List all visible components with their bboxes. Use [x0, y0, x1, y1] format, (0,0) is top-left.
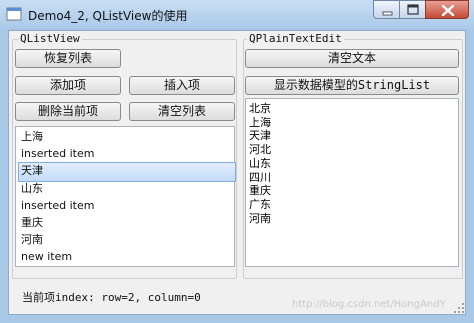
qt-app-icon [6, 7, 22, 21]
list-item[interactable]: new item [18, 248, 235, 266]
close-icon [441, 4, 455, 17]
text-line: 重庆 [249, 184, 271, 198]
window-client: QListView 恢复列表 添加项 插入项 删除当前项 清空列表 上海 ins… [8, 30, 466, 315]
minimize-icon [382, 11, 393, 16]
text-line: 北京 [249, 102, 271, 115]
list-item-selected[interactable]: 天津 [18, 162, 236, 182]
add-item-button[interactable]: 添加项 [15, 76, 121, 95]
list-item[interactable]: 重庆 [18, 214, 235, 232]
text-line: 河南 [249, 211, 271, 225]
window-title: Demo4_2, QListView的使用 [28, 9, 188, 23]
list-item[interactable]: 河南 [18, 231, 235, 249]
text-line: 上海 [249, 115, 271, 129]
qplaintextedit-group-title: QPlainTextEdit [247, 32, 344, 45]
maximize-icon [407, 4, 419, 15]
insert-item-button[interactable]: 插入项 [129, 76, 235, 95]
maximize-button[interactable] [399, 0, 426, 19]
minimize-button[interactable] [373, 0, 400, 19]
text-line: 河北 [249, 143, 271, 157]
list-item[interactable]: 上海 [18, 128, 235, 146]
status-bar-text: 当前项index: row=2, column=0 [22, 291, 201, 304]
text-line: 四川 [249, 170, 271, 184]
text-line: 广东 [249, 197, 271, 211]
restore-list-button[interactable]: 恢复列表 [15, 49, 121, 68]
clear-list-button[interactable]: 清空列表 [129, 102, 235, 121]
show-model-stringlist-button[interactable]: 显示数据模型的StringList [245, 76, 459, 95]
delete-current-item-button[interactable]: 删除当前项 [15, 102, 121, 121]
plain-text-edit[interactable]: 北京 上海 天津 河北 山东 四川 重庆 广东 河南 [245, 98, 459, 267]
qlistview-group-title: QListView [18, 32, 82, 45]
text-line: 天津 [249, 129, 271, 143]
title-bar[interactable]: Demo4_2, QListView的使用 [0, 0, 474, 30]
watermark-text: http://blog.csdn.net/HongAndY [292, 299, 446, 310]
list-view[interactable]: 上海 inserted item 天津 山东 inserted item 重庆 … [15, 126, 236, 267]
resize-grip-icon[interactable] [453, 302, 465, 314]
list-item[interactable]: inserted item [18, 145, 235, 163]
clear-text-button[interactable]: 清空文本 [245, 49, 459, 68]
close-button[interactable] [425, 0, 469, 19]
list-item[interactable]: inserted item [18, 197, 235, 215]
text-line: 山东 [249, 156, 271, 170]
list-item[interactable]: 山东 [18, 180, 235, 198]
